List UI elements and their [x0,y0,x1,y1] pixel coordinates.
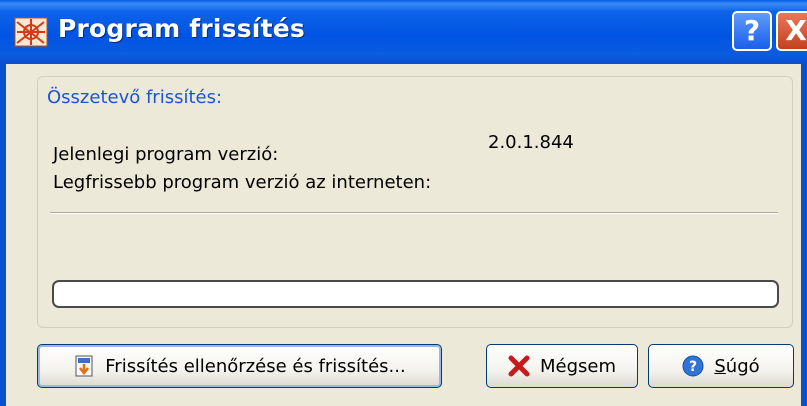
titlebar-help-button[interactable]: ? [732,11,772,51]
check-and-update-label: Frissítés ellenőrzése és frissítés... [105,355,406,377]
question-circle-icon: ? [682,355,704,377]
help-label-accel: S [714,355,726,377]
window-border-right [801,64,807,406]
app-logo-icon [14,16,48,48]
group-legend: Összetevő frissítés: [44,87,226,108]
red-x-icon [508,355,530,377]
cancel-label: Mégsem [539,355,617,377]
svg-text:?: ? [689,359,697,375]
current-version-label: Jelenlegi program verzió: [53,144,279,165]
download-arrow-icon [73,355,95,377]
title-bar[interactable]: Program frissítés ? X [0,0,807,64]
help-button[interactable]: ? Súgó [648,344,794,388]
titlebar-close-button[interactable]: X [776,11,807,51]
window-border-left [0,64,6,406]
window-title: Program frissítés [58,14,305,43]
update-progress-bar [52,280,779,308]
dialog-window: Program frissítés ? X Összetevő frissíté… [0,0,807,406]
cancel-button[interactable]: Mégsem [486,344,638,388]
latest-version-label: Legfrissebb program verzió az interneten… [53,172,432,193]
check-and-update-button[interactable]: Frissítés ellenőrzése és frissítés... [37,344,442,388]
separator-line [50,212,778,214]
help-label: Súgó [714,356,759,377]
help-label-rest: úgó [725,355,760,377]
current-version-value: 2.0.1.844 [488,132,574,153]
